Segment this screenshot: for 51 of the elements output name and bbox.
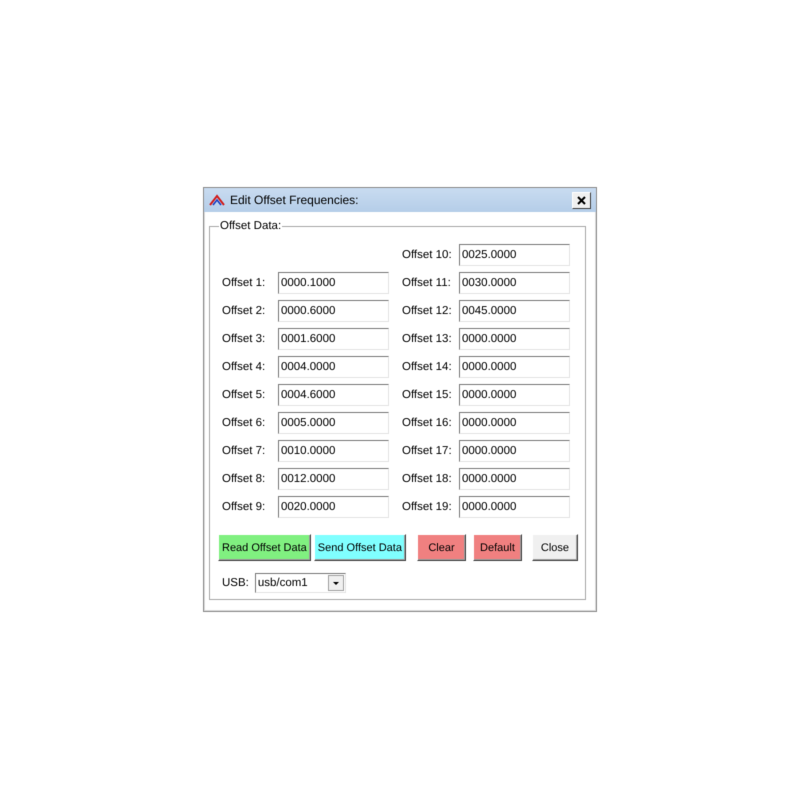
offset-label: Offset 7: xyxy=(222,445,266,457)
offset-label: Offset 15: xyxy=(402,389,453,401)
action-button[interactable]: Clear xyxy=(416,534,466,561)
offset-field[interactable]: 0000.1000 xyxy=(278,272,389,294)
offset-label: Offset 2: xyxy=(222,305,266,317)
offset-label: Offset 18: xyxy=(402,473,453,485)
offset-label: Offset 14: xyxy=(402,361,453,373)
offset-label: Offset 8: xyxy=(222,473,266,485)
offset-field[interactable]: 0012.0000 xyxy=(278,468,389,490)
offset-field[interactable]: 0000.0000 xyxy=(459,440,570,462)
offset-field[interactable]: 0005.0000 xyxy=(278,412,389,434)
offset-field[interactable]: 0010.0000 xyxy=(278,440,389,462)
action-button[interactable]: Default xyxy=(472,534,522,561)
offset-label: Offset 17: xyxy=(402,445,453,457)
offset-label: Offset 10: xyxy=(402,249,453,261)
group-title: Offset Data: xyxy=(219,220,282,232)
offset-label: Offset 11: xyxy=(402,277,452,289)
usb-dropdown[interactable]: usb/com1 xyxy=(254,573,346,593)
offset-field[interactable]: 0045.0000 xyxy=(459,300,570,322)
offset-field[interactable]: 0030.0000 xyxy=(459,272,570,294)
usb-label: USB: xyxy=(222,577,249,589)
offset-label: Offset 13: xyxy=(402,333,453,345)
offset-field[interactable]: 0000.0000 xyxy=(459,496,570,518)
action-button[interactable]: Send Offset Data xyxy=(314,534,406,561)
caret-icon xyxy=(328,575,344,591)
offset-label: Offset 4: xyxy=(222,361,266,373)
offset-label: Offset 6: xyxy=(222,417,266,429)
close-window-button[interactable] xyxy=(572,192,591,208)
offset-label: Offset 19: xyxy=(402,501,453,513)
offset-field[interactable]: 0001.6000 xyxy=(278,328,389,350)
action-button[interactable]: Close xyxy=(532,534,578,561)
offset-field[interactable]: 0000.0000 xyxy=(459,384,570,406)
offset-field[interactable]: 0000.0000 xyxy=(459,468,570,490)
offset-field[interactable]: 0000.0000 xyxy=(459,328,570,350)
offset-field[interactable]: 0004.0000 xyxy=(278,356,389,378)
offset-label: Offset 5: xyxy=(222,389,266,401)
offset-field[interactable]: 0025.0000 xyxy=(459,244,570,266)
offset-label: Offset 1: xyxy=(222,277,266,289)
offset-field[interactable]: 0000.6000 xyxy=(278,300,389,322)
offset-field[interactable]: 0000.0000 xyxy=(459,412,570,434)
offset-field[interactable]: 0004.6000 xyxy=(278,384,389,406)
offset-label: Offset 9: xyxy=(222,501,266,513)
offset-field[interactable]: 0020.0000 xyxy=(278,496,389,518)
offset-label: Offset 3: xyxy=(222,333,266,345)
window-title: Edit Offset Frequencies: xyxy=(230,193,360,207)
chevron-icon xyxy=(209,194,225,206)
close-icon xyxy=(577,196,586,204)
action-button[interactable]: Read Offset Data xyxy=(218,534,311,561)
offset-field[interactable]: 0000.0000 xyxy=(459,356,570,378)
offset-label: Offset 16: xyxy=(402,417,453,429)
offset-label: Offset 12: xyxy=(402,305,453,317)
